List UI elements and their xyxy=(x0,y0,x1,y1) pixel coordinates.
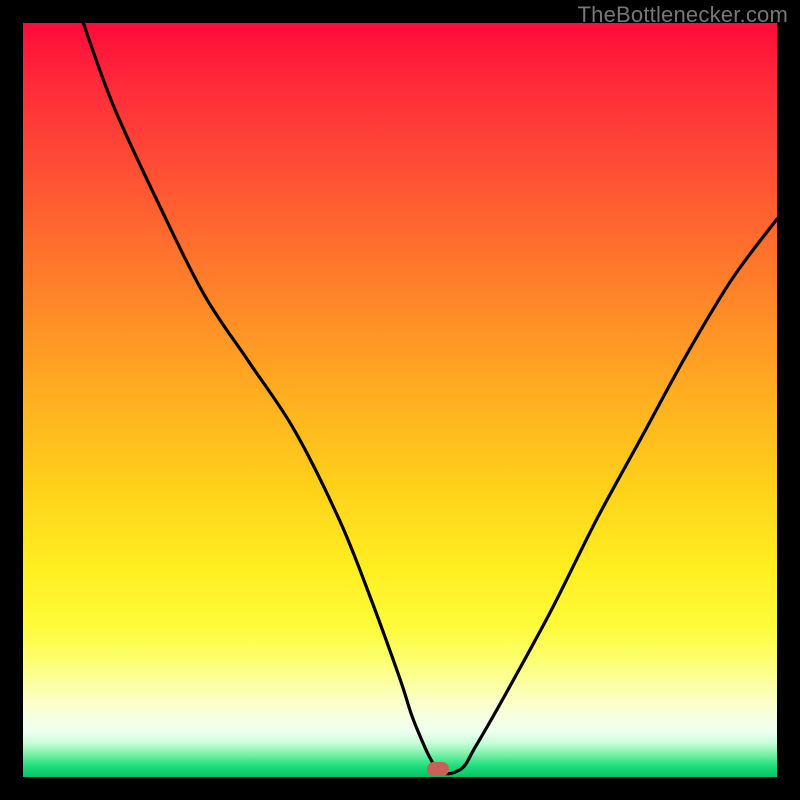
bottleneck-curve xyxy=(23,23,777,777)
chart-frame: TheBottlenecker.com xyxy=(0,0,800,800)
minimum-marker xyxy=(427,762,449,776)
watermark-text: TheBottlenecker.com xyxy=(578,2,788,28)
plot-area xyxy=(23,23,777,777)
